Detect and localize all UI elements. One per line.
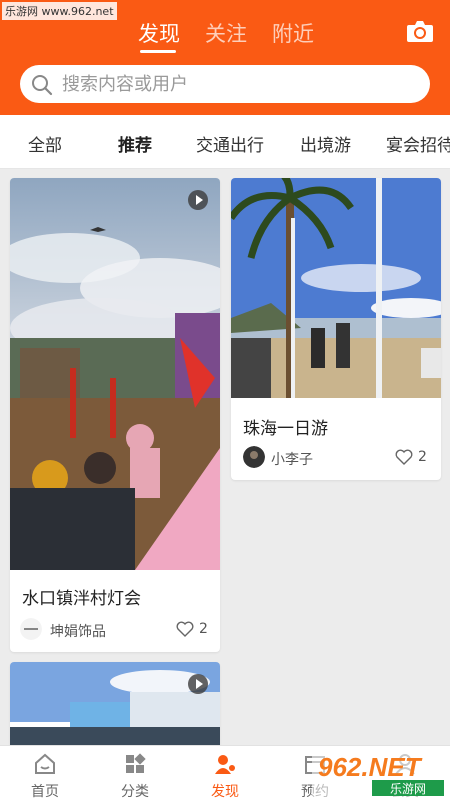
post-card[interactable]: 水口镇泮村灯会 坤娟饰品 2: [10, 178, 220, 652]
category-bar: 全部 推荐 交通出行 出境游 宴会招待: [0, 115, 450, 169]
search-bar[interactable]: [20, 65, 430, 103]
nav-discover[interactable]: 发现: [180, 746, 270, 800]
post-image[interactable]: [10, 662, 220, 752]
user-avatar[interactable]: [243, 446, 265, 468]
post-title[interactable]: 水口镇泮村灯会: [22, 584, 141, 609]
post-image[interactable]: [231, 178, 441, 398]
watermark-logo-text: 962.NET: [318, 752, 423, 782]
post-title[interactable]: 珠海一日游: [243, 414, 328, 439]
category-transport[interactable]: 交通出行: [196, 131, 264, 156]
category-recommend[interactable]: 推荐: [118, 131, 152, 156]
search-input[interactable]: [62, 65, 412, 103]
category-banquet[interactable]: 宴会招待: [386, 131, 450, 156]
nav-label: 分类: [121, 784, 149, 800]
user-name[interactable]: 小李子: [271, 449, 313, 469]
nav-label: 发现: [211, 784, 239, 800]
home-icon: [35, 753, 55, 774]
post-card[interactable]: 珠海一日游 小李子 2: [231, 178, 441, 480]
category-all[interactable]: 全部: [28, 131, 62, 156]
active-tab-indicator: [140, 50, 176, 53]
user-name[interactable]: 坤娟饰品: [50, 621, 106, 641]
nav-category[interactable]: 分类: [90, 746, 180, 800]
like-count: 2: [418, 449, 427, 465]
watermark-top: 乐游网 www.962.net: [2, 2, 117, 20]
tab-nearby[interactable]: 附近: [272, 18, 314, 48]
nav-home[interactable]: 首页: [0, 746, 90, 800]
watermark-sub-text: 乐游网: [390, 782, 426, 796]
search-icon: [32, 75, 53, 96]
video-play-icon[interactable]: [188, 190, 208, 210]
nav-label: 首页: [31, 784, 59, 800]
tab-discover[interactable]: 发现: [138, 18, 180, 48]
watermark-logo: 962.NET 乐游网: [312, 748, 448, 798]
post-image[interactable]: [10, 178, 220, 570]
camera-icon[interactable]: [406, 18, 434, 44]
tab-follow[interactable]: 关注: [205, 18, 247, 48]
video-play-icon[interactable]: [188, 674, 208, 694]
heart-icon[interactable]: [395, 449, 413, 465]
like-count: 2: [199, 621, 208, 637]
user-avatar[interactable]: [20, 618, 42, 640]
post-card[interactable]: [10, 662, 220, 752]
discover-icon: [215, 755, 235, 774]
top-tabs: 发现 关注 附近: [0, 14, 450, 54]
grid-icon: [126, 753, 146, 773]
category-outbound[interactable]: 出境游: [300, 131, 351, 156]
heart-icon[interactable]: [176, 621, 194, 637]
